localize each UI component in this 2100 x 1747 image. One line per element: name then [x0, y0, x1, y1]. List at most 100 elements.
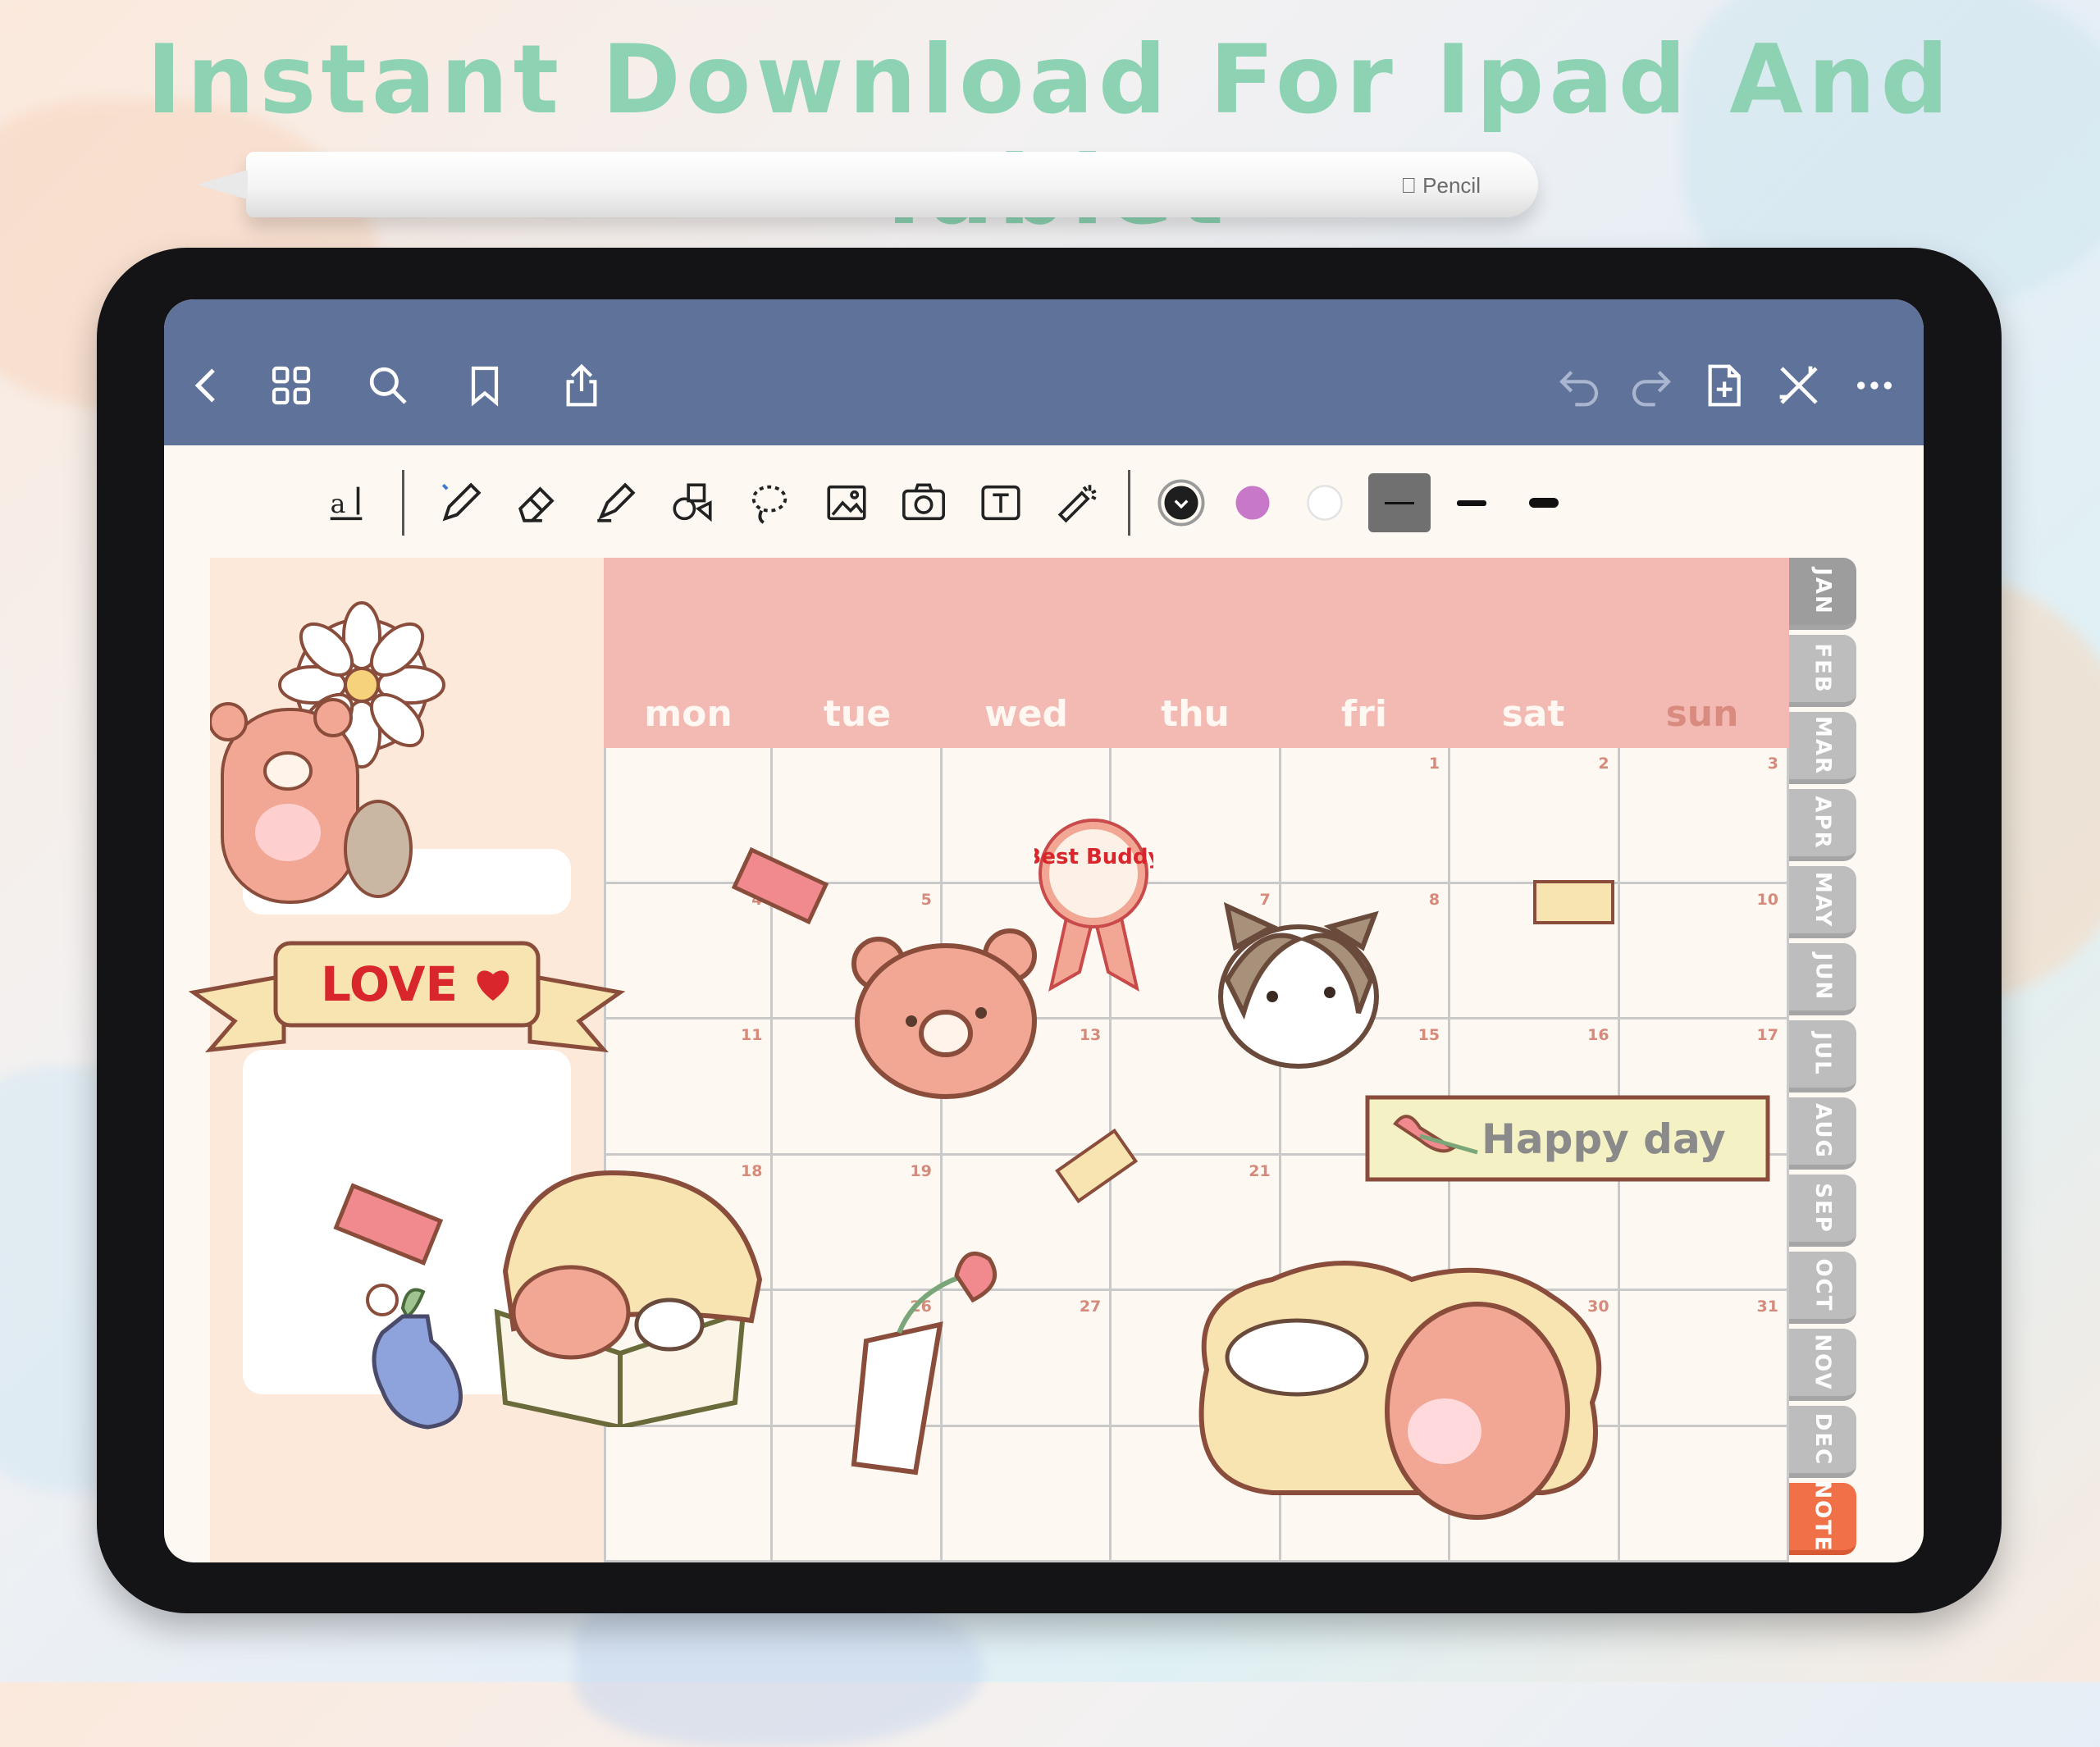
pencil-tip: [197, 170, 248, 199]
calendar-day-number: 16: [1587, 1026, 1609, 1044]
calendar-day-cell[interactable]: 11: [604, 1019, 774, 1156]
calendar-day-number: 2: [1598, 755, 1609, 773]
stroke-width-thin[interactable]: [1368, 473, 1431, 532]
bears-on-sofa-sticker: [1198, 1261, 1602, 1520]
love-banner-sticker: LOVE: [188, 941, 626, 1053]
month-tab-oct[interactable]: OCT: [1789, 1252, 1856, 1324]
day-label-sat: sat: [1501, 693, 1565, 735]
month-tab-may[interactable]: MAY: [1789, 866, 1856, 938]
calendar-day-number: 10: [1756, 890, 1778, 909]
color-swatch-purple[interactable]: [1226, 477, 1279, 529]
drawing-toolbar: a: [164, 445, 1924, 560]
calendar-day-number: 17: [1756, 1026, 1778, 1044]
undo-icon[interactable]: [1550, 357, 1608, 414]
month-tab-label: FEB: [1810, 643, 1835, 694]
lasso-icon[interactable]: [743, 477, 796, 529]
month-tab-label: AUG: [1810, 1103, 1835, 1159]
happy-day-sign-sticker: Happy day: [1365, 1095, 1770, 1182]
grid-icon[interactable]: [262, 357, 320, 414]
yellow-tape-sticker: [1533, 880, 1614, 924]
stroke-width-medium[interactable]: [1445, 477, 1498, 529]
weekday-header: mon tue wed thu fri sat sun: [604, 558, 1789, 748]
month-tab-label: JAN: [1810, 568, 1835, 615]
image-icon[interactable]: [820, 477, 873, 529]
calendar-day-cell[interactable]: 1: [1281, 748, 1451, 884]
calendar-day-cell[interactable]: 31: [1619, 1291, 1789, 1427]
highlighter-icon[interactable]: [589, 477, 641, 529]
calendar-day-number: 15: [1418, 1026, 1440, 1044]
bear-face-sticker: [851, 928, 1037, 1099]
back-chevron-icon[interactable]: [179, 357, 236, 414]
month-tab-note[interactable]: NOTE: [1789, 1480, 1856, 1555]
calendar-day-cell[interactable]: 10: [1619, 883, 1789, 1019]
month-tab-dec[interactable]: DEC: [1789, 1406, 1856, 1478]
toolbar-divider: [1128, 470, 1130, 536]
day-label-wed: wed: [984, 693, 1068, 735]
calendar-day-number: 31: [1756, 1298, 1778, 1316]
color-swatch-white[interactable]: [1299, 477, 1351, 529]
day-label-fri: fri: [1341, 693, 1387, 735]
calendar-day-cell[interactable]: [604, 1426, 774, 1562]
svg-text:a: a: [331, 490, 346, 519]
day-label-thu: thu: [1161, 693, 1230, 735]
calendar-day-number: 11: [740, 1026, 763, 1044]
close-icon[interactable]: [1770, 357, 1828, 414]
calendar-day-number: 21: [1249, 1161, 1271, 1180]
month-tab-aug[interactable]: AUG: [1789, 1097, 1856, 1170]
calendar-day-number: 27: [1079, 1298, 1102, 1316]
calendar-day-number: 8: [1428, 890, 1440, 909]
apple-pencil:  Pencil: [197, 152, 1538, 217]
more-icon[interactable]: [1846, 357, 1903, 414]
month-tab-label: MAR: [1810, 715, 1835, 776]
text-box-icon[interactable]: [975, 477, 1027, 529]
search-icon[interactable]: [359, 357, 417, 414]
redo-icon[interactable]: [1623, 357, 1680, 414]
planner-page[interactable]: mon tue wed thu fri sat sun 123457810111…: [188, 558, 1867, 1562]
add-page-icon[interactable]: [1695, 357, 1752, 414]
month-tab-label: OCT: [1810, 1258, 1835, 1312]
day-label-tue: tue: [823, 693, 892, 735]
bear-with-daisy-sticker: [210, 601, 445, 904]
month-tab-label: MAY: [1810, 871, 1835, 928]
color-swatch-black[interactable]: [1155, 477, 1208, 529]
handwriting-conversion-icon[interactable]: a: [320, 477, 372, 529]
month-tab-label: SEP: [1810, 1183, 1835, 1234]
happy-day-text: Happy day: [1481, 1115, 1726, 1163]
month-tab-sep[interactable]: SEP: [1789, 1175, 1856, 1247]
month-tab-label: NOV: [1810, 1334, 1835, 1391]
month-tab-mar[interactable]: MAR: [1789, 712, 1856, 784]
cat-face-sticker: [1218, 901, 1379, 1069]
month-tab-feb[interactable]: FEB: [1789, 635, 1856, 707]
calendar-day-cell[interactable]: 2: [1450, 748, 1620, 884]
camera-icon[interactable]: [897, 477, 950, 529]
eraser-icon[interactable]: [512, 477, 564, 529]
calendar-day-cell[interactable]: [1619, 1426, 1789, 1562]
pencil-brand:  Pencil: [1400, 173, 1481, 198]
month-tab-label: DEC: [1810, 1412, 1835, 1466]
toolbar-divider: [402, 470, 404, 536]
share-icon[interactable]: [553, 357, 610, 414]
month-tab-label: APR: [1810, 796, 1835, 850]
ipad-screen: a mon tue wed thu fri sat sun 1 2 3 5 7 …: [164, 299, 1924, 1562]
month-tab-apr[interactable]: APR: [1789, 789, 1856, 861]
yellow-tape-sticker: [1055, 1128, 1139, 1204]
calendar-day-number: 3: [1767, 755, 1778, 773]
calendar-day-number: 19: [910, 1161, 932, 1180]
month-tab-jun[interactable]: JUN: [1789, 943, 1856, 1015]
pencil-brand-label: Pencil: [1422, 173, 1481, 198]
pen-icon[interactable]: [435, 477, 487, 529]
shapes-icon[interactable]: [666, 477, 719, 529]
vase-with-flower-sticker: [366, 1284, 463, 1430]
calendar-day-cell[interactable]: 3: [1619, 748, 1789, 884]
month-tab-nov[interactable]: NOV: [1789, 1329, 1856, 1401]
month-tab-jul[interactable]: JUL: [1789, 1020, 1856, 1092]
month-tabs: JAN FEB MAR APR MAY JUN JUL AUG SEP OCT NOV DEC NOTE: [1789, 558, 1856, 1562]
month-tab-jan[interactable]: JAN: [1789, 558, 1856, 630]
laser-pointer-icon[interactable]: [1052, 477, 1104, 529]
stroke-width-thick[interactable]: [1518, 477, 1570, 529]
bookmark-icon[interactable]: [456, 357, 514, 414]
navigation-bar: [164, 299, 1924, 445]
bear-reading-sticker: [494, 1170, 763, 1427]
month-tab-label: NOTE: [1810, 1480, 1836, 1553]
love-banner-text: LOVE: [321, 956, 458, 1012]
